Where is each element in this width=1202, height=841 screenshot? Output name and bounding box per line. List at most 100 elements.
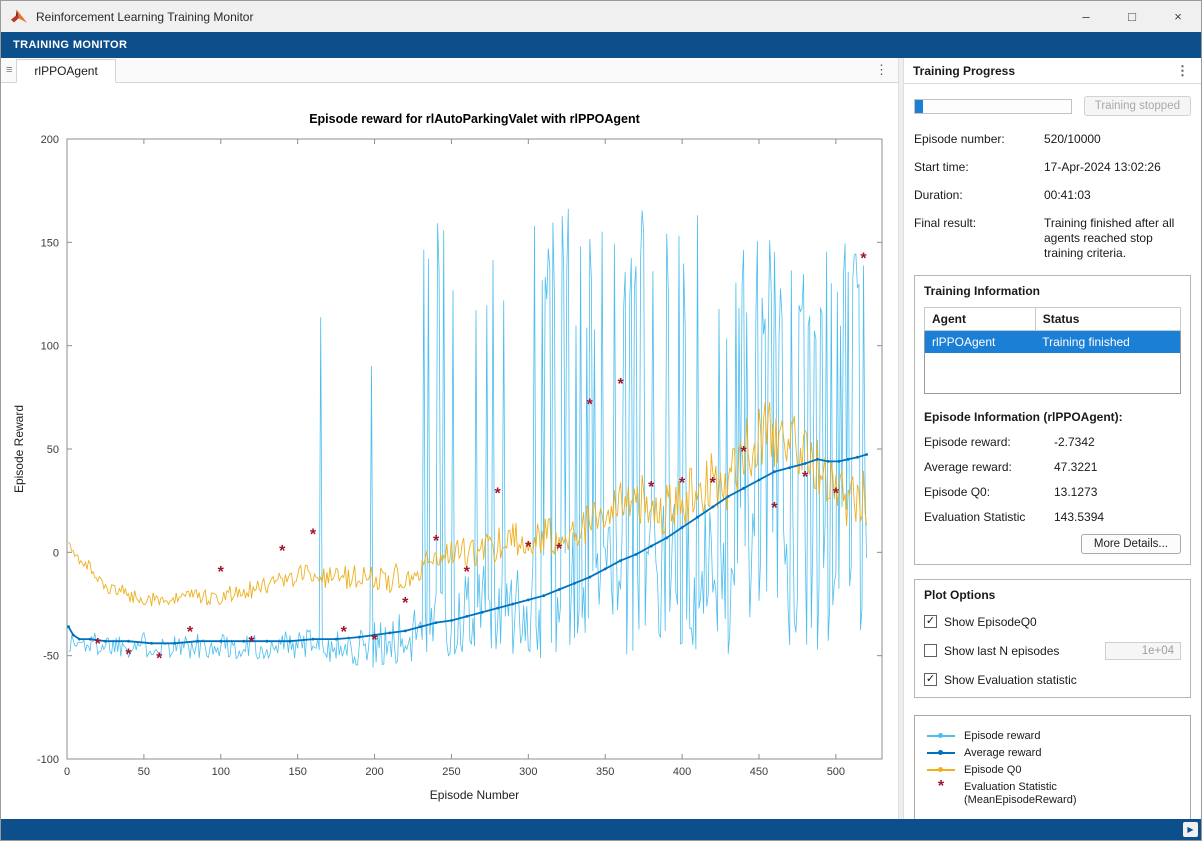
column-header-status: Status (1035, 308, 1180, 331)
training-information-title: Training Information (924, 284, 1181, 298)
svg-text:*: * (617, 376, 624, 393)
progress-fields: Episode number: 520/10000 Start time: 17… (914, 132, 1191, 261)
legend-item-episode-reward: Episode reward (927, 729, 1178, 743)
svg-text:200: 200 (41, 134, 59, 146)
svg-text:*: * (125, 647, 132, 664)
training-information-box: Training Information Agent Status rlPPOA… (914, 275, 1191, 565)
chart-legend: Episode reward Average reward Episode Q0… (914, 715, 1191, 820)
app-window: Reinforcement Learning Training Monitor … (0, 0, 1202, 841)
panel-title: Training Progress (913, 64, 1015, 78)
svg-text:*: * (279, 543, 286, 560)
field-label: Evaluation Statistic (924, 510, 1044, 524)
svg-text:*: * (802, 469, 809, 486)
svg-text:450: 450 (750, 766, 768, 778)
svg-text:*: * (310, 527, 317, 544)
chart-area: 050100150200250300350400450500-100-50050… (1, 83, 898, 819)
legend-item-episode-q0: Episode Q0 (927, 763, 1178, 777)
svg-text:150: 150 (41, 237, 59, 249)
close-button[interactable]: × (1155, 1, 1201, 32)
plot-options-title: Plot Options (924, 588, 1181, 602)
field-label: Final result: (914, 216, 1034, 261)
field-value: 00:41:03 (1044, 188, 1191, 203)
restore-panel-icon[interactable]: ▶ (1183, 822, 1198, 837)
svg-text:*: * (556, 541, 563, 558)
option-show-evaluation: ✓ Show Evaluation statistic (924, 673, 1181, 687)
svg-text:*: * (587, 397, 594, 414)
svg-text:*: * (156, 651, 163, 668)
svg-text:*: * (525, 539, 532, 556)
window-controls: – □ × (1063, 1, 1201, 32)
svg-text:Episode Number: Episode Number (430, 788, 519, 802)
svg-text:150: 150 (288, 766, 306, 778)
legend-item-average-reward: Average reward (927, 746, 1178, 760)
checkbox-label: Show EpisodeQ0 (944, 615, 1037, 629)
svg-text:300: 300 (519, 766, 537, 778)
field-value: Training finished after all agents reach… (1044, 216, 1191, 261)
tab-rlppoagent[interactable]: rlPPOAgent (16, 59, 115, 83)
field-value: 47.3221 (1054, 460, 1181, 474)
document-menu-icon[interactable]: ⋮ (865, 62, 898, 78)
svg-text:*: * (248, 634, 255, 651)
field-value: -2.7342 (1054, 435, 1181, 449)
table-row-rlppoagent[interactable]: rlPPOAgent Training finished (925, 331, 1181, 354)
checkbox-label: Show last N episodes (944, 644, 1059, 658)
episode-information-fields: Episode reward: -2.7342 Average reward: … (924, 435, 1181, 524)
field-label: Episode Q0: (924, 485, 1044, 499)
svg-text:*: * (218, 564, 225, 581)
more-details-button[interactable]: More Details... (1081, 534, 1181, 554)
panel-body: Training stopped Episode number: 520/100… (904, 84, 1201, 819)
field-value: 13.1273 (1054, 485, 1181, 499)
svg-text:*: * (433, 533, 440, 550)
ribbon-tab-training-monitor[interactable]: TRAINING MONITOR (13, 39, 127, 51)
svg-text:*: * (833, 485, 840, 502)
svg-text:-100: -100 (37, 754, 59, 766)
svg-text:*: * (402, 595, 409, 612)
show-episodeq0-checkbox[interactable]: ✓ (924, 615, 937, 628)
document-bar-icon[interactable]: ≡ (1, 64, 16, 76)
svg-text:*: * (341, 624, 348, 641)
svg-text:250: 250 (442, 766, 460, 778)
svg-text:*: * (710, 475, 717, 492)
svg-text:50: 50 (47, 444, 59, 456)
svg-text:400: 400 (673, 766, 691, 778)
svg-text:Episode reward for rlAutoParki: Episode reward for rlAutoParkingValet wi… (309, 112, 640, 126)
panel-menu-icon[interactable]: ⋮ (1166, 63, 1199, 79)
line-marker-icon (927, 763, 955, 776)
panel-header: Training Progress ⋮ (904, 58, 1201, 84)
field-value: 143.5394 (1054, 510, 1181, 524)
window-title: Reinforcement Learning Training Monitor (36, 10, 253, 24)
svg-text:200: 200 (365, 766, 383, 778)
training-progress-panel: Training Progress ⋮ Training stopped Epi… (904, 58, 1201, 819)
svg-text:*: * (371, 632, 378, 649)
minimize-button[interactable]: – (1063, 1, 1109, 32)
svg-text:*: * (740, 444, 747, 461)
svg-text:500: 500 (827, 766, 845, 778)
svg-text:100: 100 (212, 766, 230, 778)
svg-text:*: * (95, 636, 102, 653)
main-content: ≡ rlPPOAgent ⋮ 0501001502002503003504004… (1, 58, 1201, 819)
field-label: Duration: (914, 188, 1034, 203)
progress-fill (915, 100, 923, 113)
show-last-n-checkbox[interactable] (924, 644, 937, 657)
show-evaluation-checkbox[interactable]: ✓ (924, 673, 937, 686)
ribbon-toolstrip: TRAINING MONITOR (1, 32, 1201, 58)
svg-text:*: * (648, 479, 655, 496)
svg-text:-50: -50 (43, 651, 59, 663)
document-tab-strip: ≡ rlPPOAgent ⋮ (1, 58, 898, 83)
field-value: 17-Apr-2024 13:02:26 (1044, 160, 1191, 175)
tab-label: rlPPOAgent (34, 64, 97, 78)
training-stopped-button: Training stopped (1084, 96, 1191, 116)
document-pane: ≡ rlPPOAgent ⋮ 0501001502002503003504004… (1, 58, 898, 819)
svg-text:*: * (464, 564, 471, 581)
plot-options-box: Plot Options ✓ Show EpisodeQ0 Show last … (914, 579, 1191, 698)
field-label: Episode reward: (924, 435, 1044, 449)
matlab-logo-icon (10, 8, 28, 26)
asterisk-marker-icon: * (927, 780, 955, 793)
svg-text:0: 0 (64, 766, 70, 778)
maximize-button[interactable]: □ (1109, 1, 1155, 32)
field-label: Start time: (914, 160, 1034, 175)
svg-text:*: * (494, 485, 501, 502)
episode-reward-chart: 050100150200250300350400450500-100-50050… (1, 83, 898, 819)
episode-information-title: Episode Information (rlPPOAgent): (924, 410, 1181, 424)
last-n-episodes-input (1105, 642, 1181, 660)
